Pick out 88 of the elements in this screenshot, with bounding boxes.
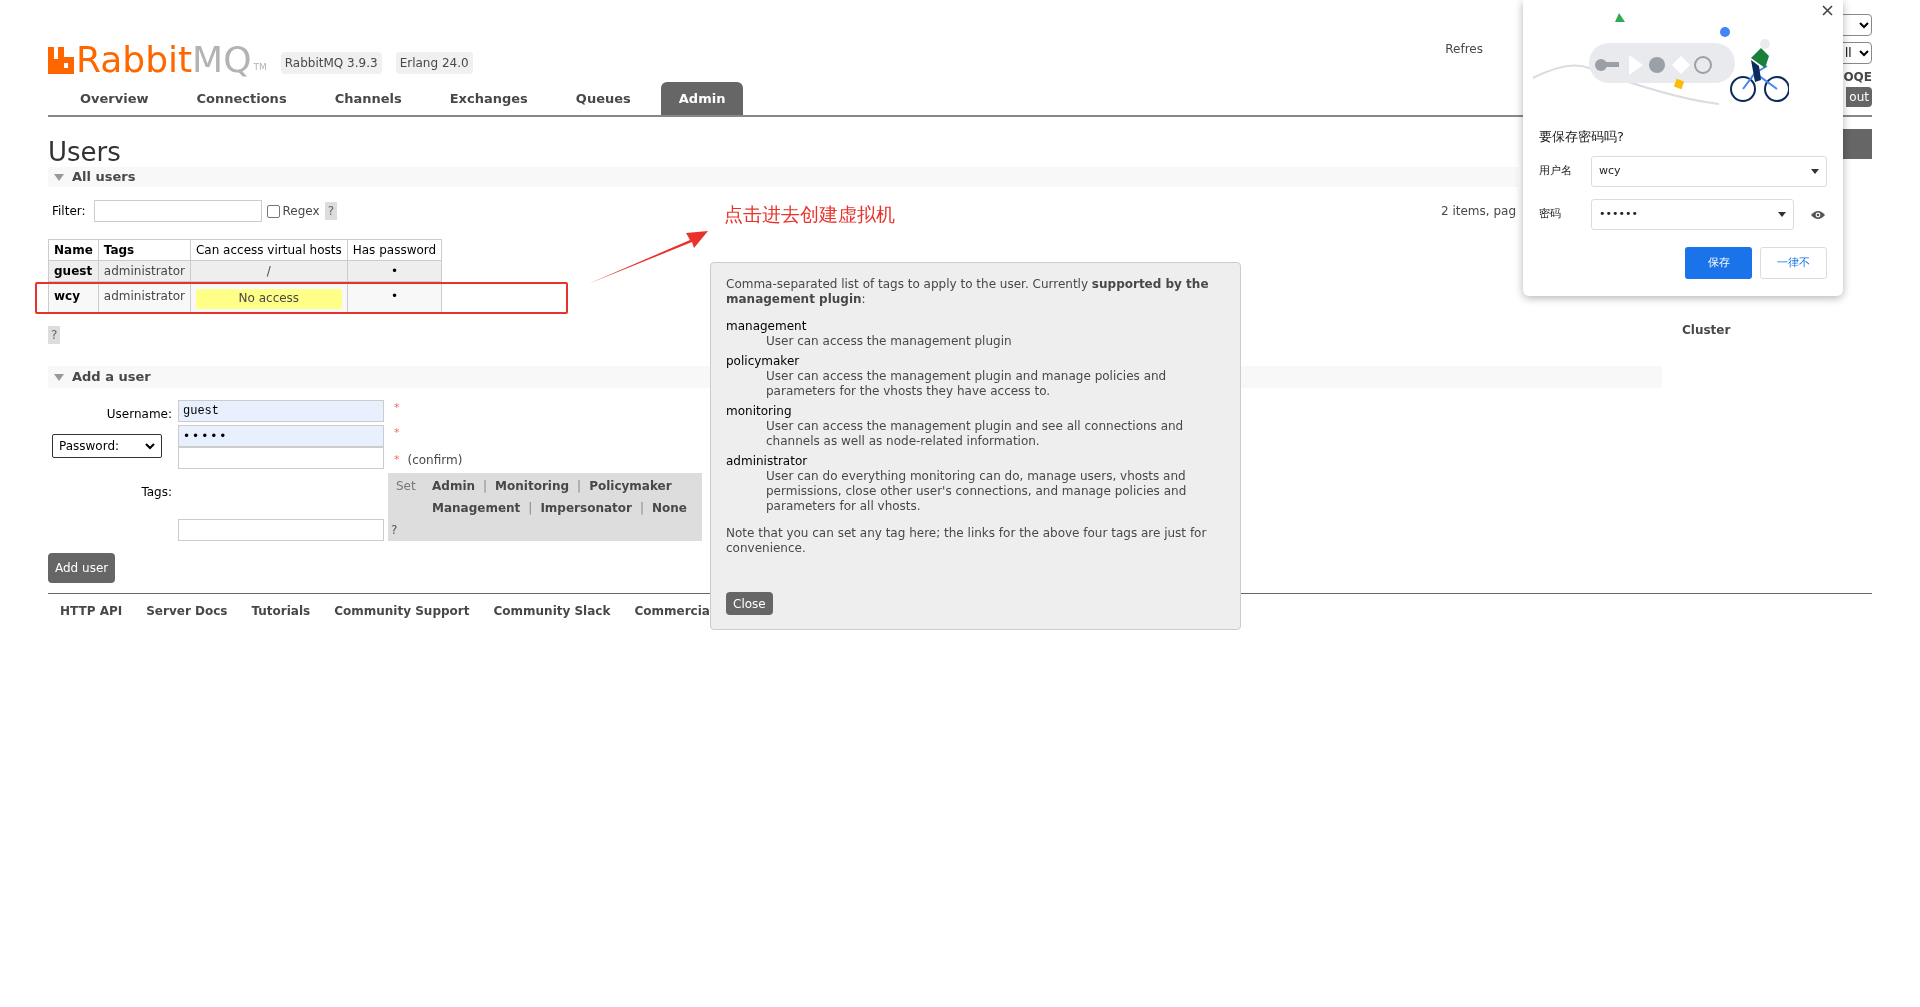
nav-tab[interactable]: Exchanges	[431, 82, 546, 115]
save-button[interactable]: 保存	[1685, 247, 1752, 279]
password-field[interactable]: •••••	[178, 425, 384, 447]
footer-link[interactable]: Community Slack	[493, 602, 611, 620]
help-link[interactable]: ?	[324, 202, 337, 220]
nav-tab[interactable]: Connections	[178, 82, 305, 115]
username-label: OQE	[1843, 69, 1872, 86]
refresh-label: Refres	[1445, 41, 1483, 58]
footer-link[interactable]: Commercia	[634, 602, 710, 620]
version-badge: RabbitMQ 3.9.3	[280, 52, 382, 74]
never-button[interactable]: 一律不	[1760, 247, 1827, 279]
footer-link[interactable]: Community Support	[334, 602, 470, 620]
column-header: Tags	[98, 239, 191, 261]
pagination-text: 2 items, pag	[1440, 203, 1516, 220]
logout-button[interactable]: out	[1846, 87, 1872, 107]
required-mark: *	[394, 425, 400, 441]
separator: |	[528, 500, 533, 517]
footer-link[interactable]: Server Docs	[146, 602, 228, 620]
definition-term: monitoring	[726, 404, 793, 419]
set-label: Set	[396, 478, 416, 495]
required-mark: *	[394, 400, 400, 416]
username-field[interactable]: guest	[178, 400, 384, 422]
tag-link[interactable]: Impersonator	[540, 499, 632, 517]
tag-link[interactable]: Management	[432, 499, 521, 517]
tags-label: Tags:	[140, 484, 172, 501]
password-label: 密码	[1539, 206, 1562, 223]
chevron-icon	[145, 442, 155, 450]
regex-checkbox[interactable]	[266, 204, 280, 218]
nav-tab[interactable]: Overview	[62, 82, 167, 115]
dropdown-caret-icon	[1811, 169, 1819, 174]
chevron-icon	[1859, 49, 1869, 57]
table-cell[interactable]: wcy	[48, 281, 99, 314]
collapse-icon[interactable]	[54, 173, 64, 181]
definition-term: administrator	[726, 454, 809, 469]
column-header: Can access virtual hosts	[190, 239, 348, 261]
confirm-password-field[interactable]	[178, 447, 384, 469]
add-user-button[interactable]: Add user	[48, 553, 116, 583]
filter-label: Filter:	[52, 203, 86, 220]
section-header[interactable]: All users	[48, 167, 1518, 187]
definition-text: User can do everything monitoring can do, manage users, vhosts and permissions, close other user's connections, and manage policies and parameters for all vhosts.	[765, 469, 1188, 514]
rabbit-logo-icon	[48, 47, 74, 74]
close-icon[interactable]	[1822, 5, 1833, 16]
collapse-icon[interactable]	[54, 373, 64, 381]
footer-link[interactable]: HTTP API	[60, 602, 123, 620]
column-header: Name	[48, 239, 99, 261]
confirm-label: (confirm)	[407, 452, 463, 469]
nav-tab[interactable]: Queues	[557, 82, 649, 115]
table-cell[interactable]: guest	[48, 260, 99, 282]
nav-tab[interactable]: Channels	[316, 82, 420, 115]
definition-term: management	[726, 319, 808, 334]
column-header: Has password	[347, 239, 442, 261]
help-link[interactable]: ?	[391, 521, 398, 539]
dialog-intro: Comma-separated list of tags to apply to the user. Currently supported by the management plugin:	[726, 277, 1210, 307]
popup-title: 要保存密码吗?	[1539, 128, 1625, 146]
help-link[interactable]: ?	[48, 326, 61, 344]
separator: |	[639, 500, 644, 517]
tag-link[interactable]: Admin	[432, 477, 476, 495]
password-type-select[interactable]: Password:	[52, 434, 162, 458]
regex-label: Regex	[282, 203, 320, 220]
tag-link[interactable]: None	[652, 499, 687, 517]
tag-link[interactable]: Monitoring	[495, 477, 570, 495]
username-label: Username:	[105, 406, 172, 423]
annotation-text: 点击进去创建虚拟机	[724, 202, 895, 227]
dialog-note: Note that you can set any tag here; the links for the above four tags are just for convenience.	[726, 526, 1208, 556]
footer-link[interactable]: Tutorials	[251, 602, 311, 620]
tag-link[interactable]: Policymaker	[589, 477, 672, 495]
table-cell-text: /	[265, 264, 272, 279]
username-dropdown[interactable]: wcy	[1591, 156, 1827, 187]
definition-text: User can access the management plugin	[765, 334, 1013, 349]
nav-tab[interactable]: Admin	[660, 82, 744, 115]
filter-field[interactable]	[93, 200, 262, 222]
sidebar-link[interactable]: Cluster	[1680, 321, 1872, 339]
required-mark: *	[394, 451, 400, 468]
password-dropdown[interactable]: ••••••	[1591, 199, 1794, 230]
dropdown-caret-icon	[1778, 212, 1786, 217]
table-cell: administrator	[98, 260, 191, 282]
separator: |	[483, 478, 488, 495]
eye-icon[interactable]	[1811, 209, 1825, 220]
tags-field[interactable]	[178, 519, 384, 541]
definition-term: policymaker	[726, 354, 801, 369]
username-label: 用户名	[1539, 163, 1573, 180]
table-cell: •	[347, 260, 442, 282]
table-cell: No access	[195, 289, 342, 309]
separator: |	[577, 478, 582, 495]
definition-text: User can access the management plugin and see all connections and channels as well as node-related information.	[765, 419, 1185, 449]
chevron-icon	[1859, 21, 1869, 29]
version-badge: Erlang 24.0	[395, 52, 473, 74]
close-button[interactable]: Close	[726, 592, 773, 615]
